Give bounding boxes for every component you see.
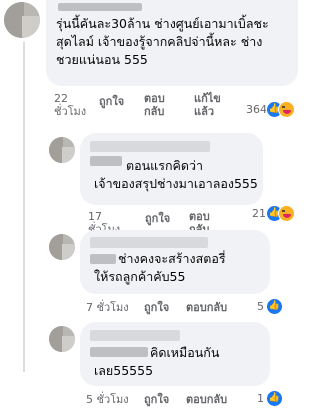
reactions[interactable]: 👍 [266, 205, 300, 222]
comment-time[interactable]: 7 ชั่วโมง [86, 301, 129, 314]
comment-text: ช่างคงจะสร้างสตอรี่ ให้รถลูกค้าคับ55 [94, 251, 226, 284]
like-button[interactable]: ถูกใจ [99, 95, 124, 108]
avatar[interactable] [49, 234, 75, 260]
reactions[interactable]: 👍 [266, 390, 284, 407]
thread-line [23, 42, 25, 372]
author-name-blurred[interactable] [90, 141, 210, 152]
reaction-count[interactable]: 1 [257, 392, 264, 405]
author-name-blurred[interactable] [58, 3, 142, 11]
author-name-blurred[interactable] [90, 237, 208, 248]
comment-text: ตอนแรกคิดว่า เจ้าของสรุปช่างมาเอาลอง555 [94, 158, 258, 191]
reactions[interactable]: 👍 [266, 298, 284, 315]
avatar[interactable] [49, 326, 75, 352]
reply-button[interactable]: ตอบกลับ [144, 92, 178, 118]
like-button[interactable]: ถูกใจ [144, 393, 169, 406]
edited-label[interactable]: แก้ไขแล้ว [194, 92, 230, 118]
author-name-blurred[interactable] [90, 330, 180, 341]
reaction-count[interactable]: 5 [257, 300, 264, 313]
thumbs-up-icon: 👍 [266, 390, 283, 407]
comment-text: รุ่นนี้คันละ30ล้าน ช่างศูนย์เอามาเบิ้ลชะ… [56, 16, 269, 67]
laughing-face-icon [278, 101, 295, 118]
reaction-count[interactable]: 21 [252, 207, 266, 220]
reply-button[interactable]: ตอบกลับ [186, 393, 227, 406]
like-button[interactable]: ถูกใจ [144, 301, 169, 314]
laughing-face-icon [278, 205, 295, 222]
reply-button[interactable]: ตอบกลับ [186, 301, 227, 314]
reactions[interactable]: 👍 [266, 101, 300, 118]
like-button[interactable]: ถูกใจ [145, 212, 170, 225]
avatar[interactable] [49, 137, 75, 163]
thumbs-up-icon: 👍 [266, 298, 283, 315]
comment-time[interactable]: 5 ชั่วโมง [86, 393, 129, 406]
comment-text: คิดเหมือนกัน เลย55555 [94, 345, 220, 378]
avatar[interactable] [4, 2, 40, 38]
comment-time[interactable]: 22 ชั่วโมง [54, 92, 86, 118]
reaction-count[interactable]: 364 [246, 103, 267, 116]
